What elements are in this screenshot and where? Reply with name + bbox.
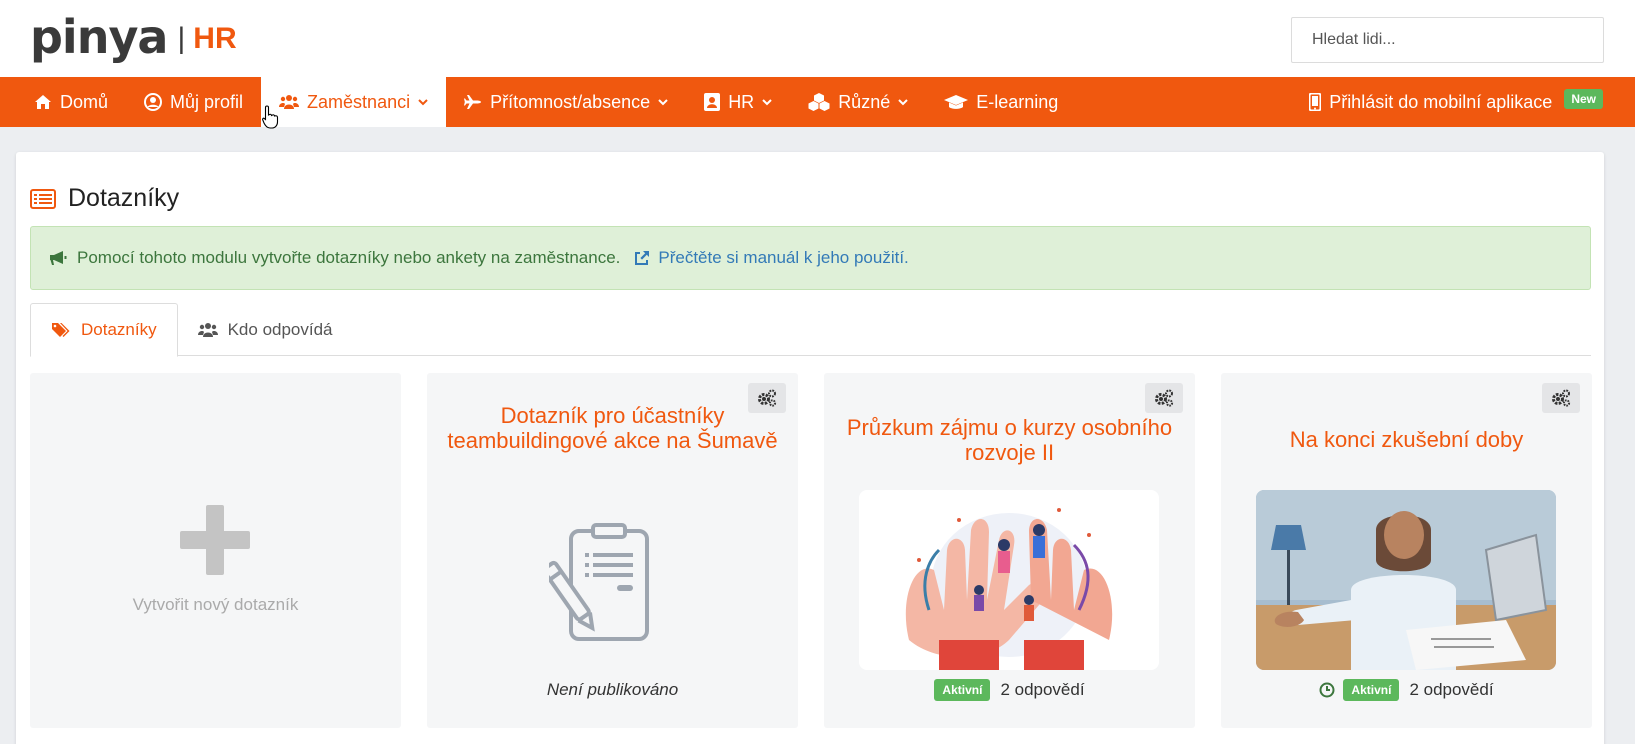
- nav-item-attendance[interactable]: Přítomnost/absence: [446, 77, 686, 127]
- logo-word: pinya: [30, 10, 168, 64]
- page-title-text: Dotazníky: [68, 184, 180, 212]
- tabs-bar: Dotazníky Kdo odpovídá: [30, 303, 1591, 357]
- manual-link-text: Přečtěte si manuál k jeho použití.: [658, 248, 909, 267]
- nav-item-misc[interactable]: Různé: [790, 77, 926, 127]
- handshake-photo: [1256, 490, 1556, 670]
- tab-who-responds-label: Kdo odpovídá: [227, 319, 333, 339]
- list-alt-icon: [30, 188, 56, 209]
- nav-employees-label: Zaměstnanci: [307, 91, 411, 112]
- create-questionnaire-card[interactable]: Vytvořit nový dotazník: [30, 373, 401, 728]
- responses-count: 2 odpovědí: [1000, 680, 1085, 699]
- nav-item-elearning[interactable]: E-learning: [926, 77, 1076, 127]
- search-people-input[interactable]: [1291, 17, 1604, 63]
- responses-count: 2 odpovědí: [1409, 680, 1494, 699]
- mobile-app-login-link[interactable]: Přihlásit do mobilní aplikace New: [1291, 77, 1635, 127]
- main-nav: Domů Můj profil Zaměstnanci Přítomnost/a…: [0, 77, 1635, 127]
- tab-questionnaires-label: Dotazníky: [81, 320, 157, 339]
- questionnaire-title[interactable]: Dotazník pro účastníky teambuildingové a…: [447, 403, 778, 454]
- id-card-icon: [704, 93, 721, 111]
- active-badge: Aktivní: [934, 679, 991, 701]
- page-title: Dotazníky: [30, 184, 179, 213]
- tags-icon: [52, 323, 70, 337]
- card-footer: Není publikováno: [427, 677, 798, 703]
- chevron-down-icon: [898, 98, 908, 105]
- clipboard-icon: [549, 523, 649, 641]
- questionnaire-card[interactable]: Dotazník pro účastníky teambuildingové a…: [427, 373, 798, 728]
- plus-icon: [180, 505, 250, 575]
- questionnaire-title[interactable]: Průzkum zájmu o kurzy osobního rozvoje I…: [844, 415, 1175, 466]
- new-badge: New: [1564, 89, 1603, 109]
- user-circle-icon: [144, 93, 163, 111]
- chevron-down-icon: [658, 98, 668, 105]
- settings-button[interactable]: [1145, 383, 1183, 413]
- alert-text: Pomocí tohoto modulu vytvořte dotazníky …: [77, 248, 621, 267]
- logo-suffix: HR: [193, 22, 237, 55]
- not-published-status: Není publikováno: [546, 680, 679, 699]
- bullhorn-icon: [50, 251, 67, 265]
- mobile-app-login-label: Přihlásit do mobilní aplikace: [1329, 91, 1553, 112]
- clock-icon: [1319, 682, 1335, 698]
- logo[interactable]: pinya | HR: [30, 0, 237, 60]
- nav-elearning-label: E-learning: [976, 91, 1059, 112]
- card-footer: Aktivní 2 odpovědí: [1221, 677, 1592, 703]
- logo-separator: |: [177, 22, 186, 55]
- active-badge: Aktivní: [1343, 679, 1400, 701]
- questionnaire-card[interactable]: Na konci zkušební doby Aktivní 2 odpověd…: [1221, 373, 1592, 728]
- gears-icon: [1155, 389, 1174, 407]
- create-questionnaire-label: Vytvořit nový dotazník: [132, 595, 299, 614]
- info-alert: Pomocí tohoto modulu vytvořte dotazníky …: [30, 226, 1591, 290]
- nav-item-hr[interactable]: HR: [686, 77, 790, 127]
- nav-hr-label: HR: [728, 91, 755, 112]
- chevron-down-icon: [762, 98, 772, 105]
- users-icon: [279, 95, 300, 109]
- tab-questionnaires[interactable]: Dotazníky: [30, 303, 178, 357]
- cubes-icon: [808, 93, 830, 111]
- hands-illustration: [859, 490, 1159, 670]
- top-header: pinya | HR: [0, 0, 1635, 77]
- tab-who-responds[interactable]: Kdo odpovídá: [178, 303, 353, 356]
- gears-icon: [1552, 389, 1571, 407]
- content-panel: Dotazníky Pomocí tohoto modulu vytvořte …: [16, 152, 1604, 744]
- questionnaire-title[interactable]: Na konci zkušební doby: [1241, 427, 1572, 453]
- nav-misc-label: Různé: [838, 91, 891, 112]
- nav-home-label: Domů: [60, 91, 109, 112]
- plane-icon: [464, 95, 482, 109]
- home-icon: [35, 95, 51, 109]
- nav-item-home[interactable]: Domů: [0, 77, 126, 127]
- manual-link[interactable]: Přečtěte si manuál k jeho použití.: [634, 248, 909, 268]
- chevron-down-icon: [418, 98, 428, 105]
- mobile-phone-icon: [1309, 93, 1322, 111]
- external-link-icon: [635, 251, 650, 265]
- questionnaire-card[interactable]: Průzkum zájmu o kurzy osobního rozvoje I…: [824, 373, 1195, 728]
- nav-item-employees[interactable]: Zaměstnanci: [261, 77, 447, 127]
- graduation-cap-icon: [944, 95, 969, 109]
- users-icon: [197, 322, 218, 337]
- nav-item-my-profile[interactable]: Můj profil: [126, 77, 261, 127]
- settings-button[interactable]: [1542, 383, 1580, 413]
- nav-attendance-label: Přítomnost/absence: [490, 91, 651, 112]
- card-footer: Aktivní 2 odpovědí: [824, 677, 1195, 703]
- hand-cursor-icon: [262, 105, 279, 129]
- nav-my-profile-label: Můj profil: [170, 91, 244, 112]
